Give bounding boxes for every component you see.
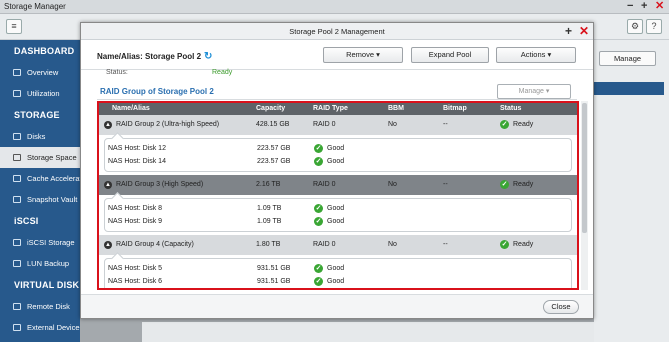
raid-group-row[interactable]: ▲ RAID Group 3 (High Speed) 2.16 TB RAID… (99, 175, 577, 195)
disk-list: NAS Host: Disk 12 223.57 GB ✓ Good NAS H… (104, 138, 572, 172)
dialog-maximize-icon[interactable]: + (565, 23, 572, 39)
collapse-icon[interactable]: ▲ (104, 241, 112, 249)
dialog-close-icon[interactable]: ✕ (579, 23, 589, 39)
sidebar-section-iscsi: iSCSI (14, 216, 39, 226)
remote-disk-icon (13, 303, 21, 310)
iscsi-icon (13, 239, 21, 246)
sidebar-item-external-device[interactable]: External Device (0, 317, 80, 338)
sidebar-section-dashboard: DASHBOARD (14, 46, 75, 56)
disk-row[interactable]: NAS Host: Disk 12 223.57 GB ✓ Good (105, 142, 571, 155)
col-bbm: BBM (388, 105, 404, 112)
remove-button[interactable]: Remove ▾ (323, 47, 403, 63)
dialog-footer: Close (81, 294, 593, 318)
sidebar-item-iscsi-storage[interactable]: iSCSI Storage (0, 232, 80, 253)
collapse-icon[interactable]: ▲ (104, 121, 112, 129)
col-raid-type: RAID Type (313, 105, 348, 112)
external-device-icon (13, 324, 21, 331)
collapse-icon[interactable]: ▲ (104, 181, 112, 189)
sidebar-item-storage-space[interactable]: Storage Space (0, 147, 80, 168)
sidebar-section-storage: STORAGE (14, 110, 60, 120)
close-icon[interactable]: ✕ (655, 1, 664, 12)
disk-icon (13, 133, 21, 140)
good-icon: ✓ (314, 264, 323, 273)
sidebar-item-disks[interactable]: Disks (0, 126, 80, 147)
snapshot-icon (13, 196, 21, 203)
good-icon: ✓ (314, 157, 323, 166)
app-titlebar: Storage Manager − + ✕ (0, 0, 669, 14)
manage-dropdown[interactable]: Manage ▾ (497, 84, 571, 99)
good-icon: ✓ (314, 144, 323, 153)
good-icon: ✓ (314, 217, 323, 226)
pool-management-dialog: Storage Pool 2 Management + ✕ Name/Alias… (80, 22, 594, 319)
panel-toggle-icon[interactable]: ≡ (6, 19, 22, 34)
main-content-strip (142, 322, 594, 342)
close-button[interactable]: Close (543, 300, 579, 314)
divider (97, 99, 577, 100)
pool-row: Name/Alias: Storage Pool 2 ↻ Remove ▾ Exp… (81, 41, 593, 70)
good-icon: ✓ (314, 277, 323, 286)
actions-button[interactable]: Actions ▾ (496, 47, 576, 63)
sidebar-item-remote-disk[interactable]: Remote Disk (0, 296, 80, 317)
col-bitmap: Bitmap (443, 105, 467, 112)
disk-row[interactable]: NAS Host: Disk 14 223.57 GB ✓ Good (105, 155, 571, 168)
overview-icon (13, 69, 21, 76)
disk-row[interactable]: NAS Host: Disk 5 931.51 GB ✓ Good (105, 262, 571, 275)
disk-list: NAS Host: Disk 8 1.09 TB ✓ Good NAS Host… (104, 198, 572, 232)
ready-icon: ✓ (500, 180, 509, 189)
status-value: Ready (212, 69, 233, 76)
app-title: Storage Manager (4, 2, 66, 11)
dialog-header: Storage Pool 2 Management + ✕ (81, 23, 593, 40)
scrollbar-thumb[interactable] (582, 103, 587, 233)
raid-group-table: Name/Alias Capacity RAID Type BBM Bitmap… (97, 101, 579, 290)
table-scrollbar[interactable] (581, 101, 588, 290)
pool-name: Name/Alias: Storage Pool 2 ↻ (97, 51, 213, 62)
good-icon: ✓ (314, 204, 323, 213)
col-name: Name/Alias (112, 105, 150, 112)
expand-pool-button[interactable]: Expand Pool (411, 47, 489, 63)
raid-group-row[interactable]: ▲ RAID Group 4 (Capacity) 1.80 TB RAID 0… (99, 235, 577, 255)
cache-icon (13, 175, 21, 182)
disk-row[interactable]: NAS Host: Disk 6 931.51 GB ✓ Good (105, 275, 571, 288)
sidebar-item-utilization[interactable]: Utilization (0, 83, 80, 104)
chart-icon (13, 90, 21, 97)
right-panel: Manage (594, 40, 669, 342)
ready-icon: ✓ (500, 240, 509, 249)
manage-button[interactable]: Manage (599, 51, 656, 66)
status-label: Status: (106, 69, 128, 76)
sidebar-item-lun-backup[interactable]: LUN Backup (0, 253, 80, 274)
sidebar-section-virtual-disk: VIRTUAL DISK (14, 280, 80, 290)
disk-row[interactable]: NAS Host: Disk 9 1.09 TB ✓ Good (105, 215, 571, 228)
ready-icon: ✓ (500, 120, 509, 129)
sidebar: DASHBOARD Overview Utilization STORAGE D… (0, 40, 80, 342)
minimize-icon[interactable]: − (627, 1, 633, 12)
raid-group-title: RAID Group of Storage Pool 2 (100, 87, 214, 96)
sidebar-item-overview[interactable]: Overview (0, 62, 80, 83)
sidebar-item-snapshot-vault[interactable]: Snapshot Vault (0, 189, 80, 210)
disk-list: NAS Host: Disk 5 931.51 GB ✓ Good NAS Ho… (104, 258, 572, 288)
dialog-title: Storage Pool 2 Management (289, 27, 385, 36)
disk-row[interactable]: NAS Host: Disk 8 1.09 TB ✓ Good (105, 202, 571, 215)
help-icon[interactable]: ? (646, 19, 662, 34)
backup-icon (13, 260, 21, 267)
maximize-icon[interactable]: + (641, 1, 647, 12)
refresh-icon[interactable]: ↻ (204, 51, 212, 62)
gear-icon[interactable]: ⚙ (627, 19, 643, 34)
storage-space-icon (13, 154, 21, 161)
raid-group-row[interactable]: ▲ RAID Group 2 (Ultra-high Speed) 428.15… (99, 115, 577, 135)
col-capacity: Capacity (256, 105, 286, 112)
col-status: Status (500, 105, 522, 112)
table-header: Name/Alias Capacity RAID Type BBM Bitmap… (99, 103, 577, 115)
sidebar-item-cache-acceleration[interactable]: Cache Accelerat (0, 168, 80, 189)
selected-row-strip (594, 82, 664, 95)
